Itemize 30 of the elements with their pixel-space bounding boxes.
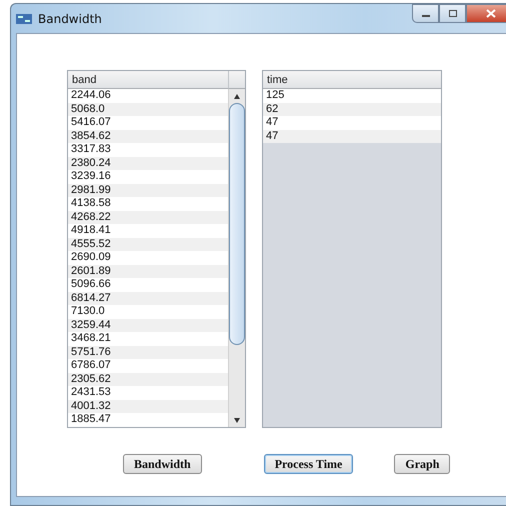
close-button[interactable] bbox=[466, 4, 506, 23]
table-cell: 4268.22 bbox=[68, 210, 228, 224]
table-cell: 47 bbox=[263, 130, 441, 143]
table-cell: 2380.24 bbox=[68, 156, 228, 170]
table-cell: 5751.76 bbox=[68, 346, 228, 359]
table-cell: 6814.27 bbox=[68, 292, 228, 305]
window-title: Bandwidth bbox=[38, 12, 102, 26]
minimize-button[interactable] bbox=[412, 4, 439, 23]
action-button[interactable]: Graph bbox=[394, 454, 450, 474]
table-cell: 125 bbox=[263, 89, 441, 102]
table-cell: 5068.0 bbox=[68, 102, 228, 116]
close-icon bbox=[486, 9, 496, 18]
table-cell: 4555.52 bbox=[68, 238, 228, 251]
table-cell: 62 bbox=[263, 102, 441, 116]
app-icon bbox=[16, 12, 32, 24]
table-cell: 2305.62 bbox=[68, 372, 228, 386]
table-cell: 47 bbox=[263, 116, 441, 130]
maximize-icon bbox=[448, 10, 458, 18]
table-cell: 3259.44 bbox=[68, 318, 228, 332]
scrollbar[interactable] bbox=[228, 89, 245, 427]
table-cell: 2981.99 bbox=[68, 184, 228, 197]
column-header[interactable]: band bbox=[68, 71, 228, 89]
scroll-thumb[interactable] bbox=[229, 103, 245, 345]
table-cell: 3854.62 bbox=[68, 130, 228, 143]
table-cell: 4001.32 bbox=[68, 400, 228, 413]
table-cell: 2601.89 bbox=[68, 264, 228, 278]
maximize-button[interactable] bbox=[439, 4, 466, 23]
column-header[interactable]: time bbox=[263, 71, 441, 89]
action-button[interactable]: Process Time bbox=[264, 454, 354, 474]
action-button[interactable]: Bandwidth bbox=[123, 454, 202, 474]
